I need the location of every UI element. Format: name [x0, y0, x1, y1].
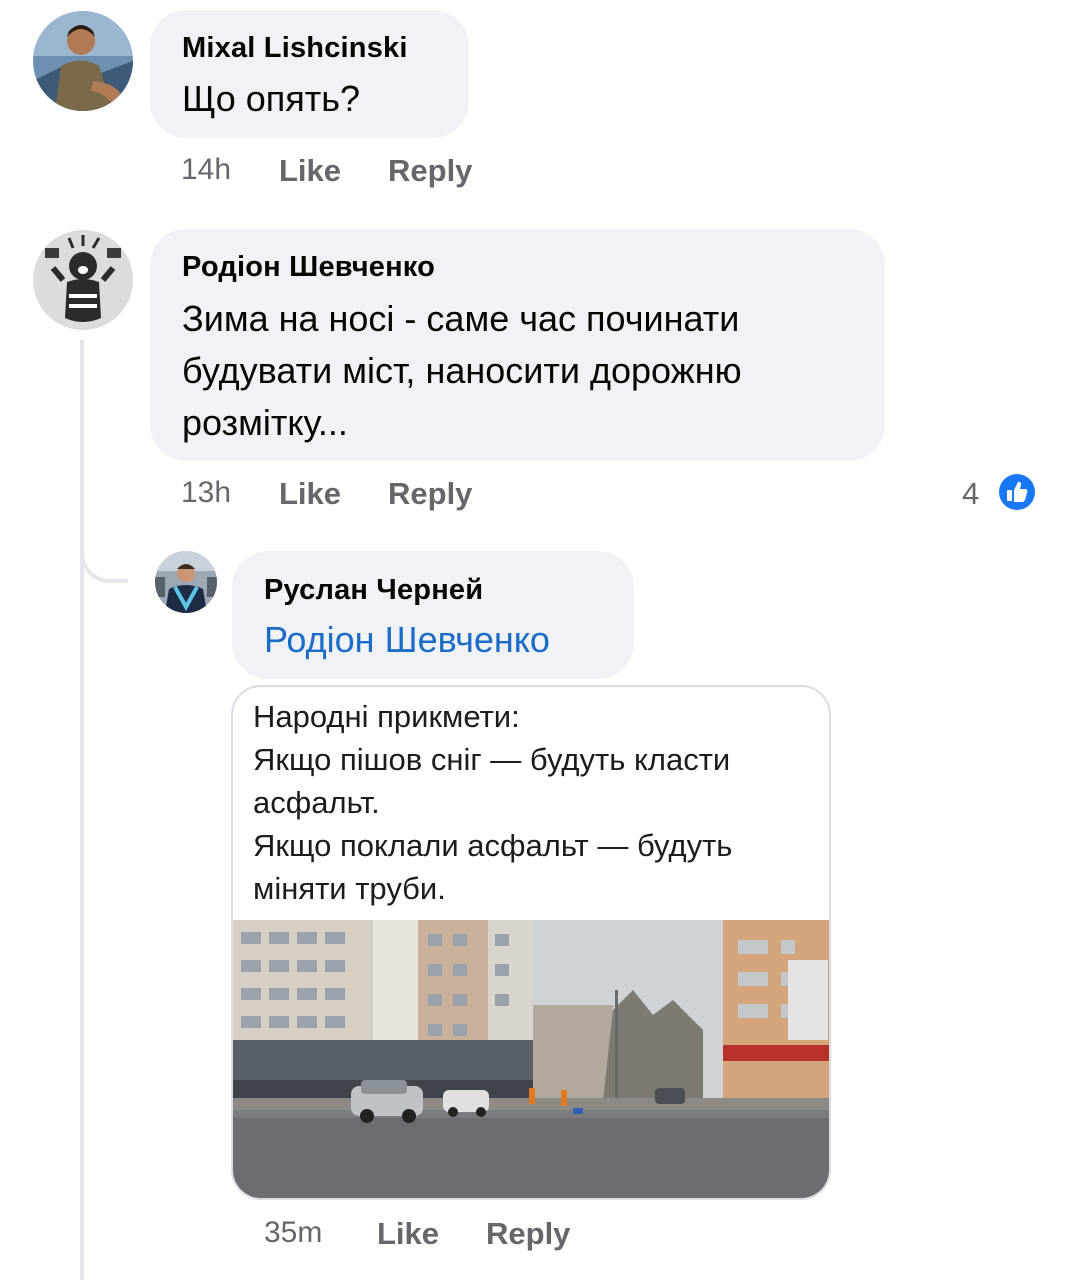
mention-link[interactable]: Родіон Шевченко: [264, 619, 550, 661]
comment-text: Що опять?: [182, 78, 361, 119]
like-button[interactable]: Like: [279, 153, 341, 189]
street-photo: [233, 920, 829, 1198]
comment-bubble[interactable]: Родіон Шевченко Зима на носі - саме час …: [150, 229, 885, 461]
comment-timestamp[interactable]: 13h: [181, 476, 231, 510]
comment-bubble[interactable]: Mixal Lishcinski Що опять?: [150, 10, 469, 138]
reply-thread-line: [80, 340, 84, 1280]
avatar-photo: [155, 551, 217, 613]
like-button[interactable]: Like: [377, 1216, 439, 1252]
reply-button[interactable]: Reply: [486, 1216, 570, 1252]
comment-text: Зима на носі - саме час починати будуват…: [182, 298, 742, 443]
avatar[interactable]: [155, 551, 217, 613]
avatar[interactable]: [33, 230, 133, 330]
reply-author[interactable]: Руслан Черней: [264, 574, 483, 607]
reaction-count[interactable]: 4: [962, 476, 979, 512]
street-photo-image: [233, 920, 829, 1198]
reply-button[interactable]: Reply: [388, 153, 472, 189]
attachment-caption-text: Народні прикмети: Якщо пішов сніг — буду…: [253, 699, 733, 906]
comment-author[interactable]: Родіон Шевченко: [182, 251, 435, 284]
reply-timestamp[interactable]: 35m: [264, 1216, 322, 1250]
avatar[interactable]: [33, 11, 133, 111]
like-thumb-icon[interactable]: [996, 471, 1038, 513]
reply-bubble[interactable]: Руслан Черней Родіон Шевченко: [232, 551, 634, 679]
reply-image-attachment[interactable]: Народні прикмети: Якщо пішов сніг — буду…: [231, 685, 831, 1200]
avatar-photo: [33, 230, 133, 330]
reply-button[interactable]: Reply: [388, 476, 472, 512]
like-button[interactable]: Like: [279, 476, 341, 512]
comment-author[interactable]: Mixal Lishcinski: [182, 32, 408, 65]
avatar-photo: [33, 11, 133, 111]
reply-thread-connector: [80, 545, 128, 583]
comment-timestamp[interactable]: 14h: [181, 153, 231, 187]
